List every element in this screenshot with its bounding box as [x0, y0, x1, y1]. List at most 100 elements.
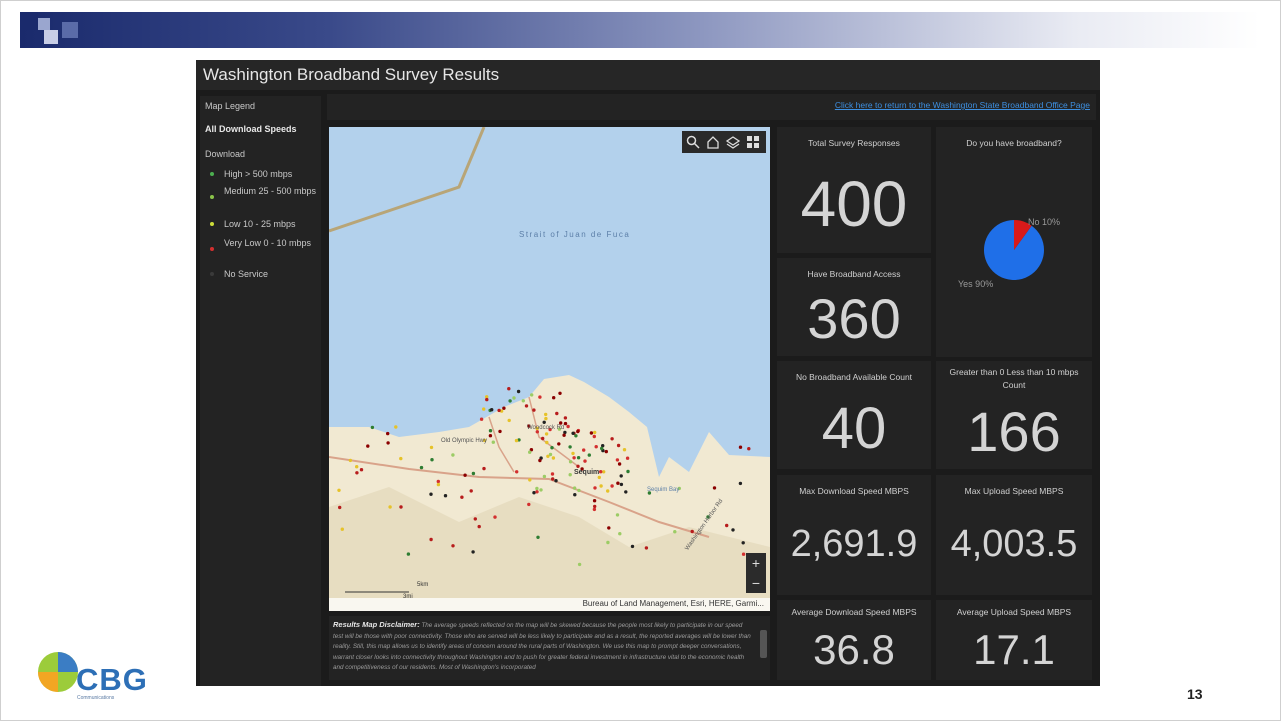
survey-point[interactable]: [338, 505, 342, 510]
survey-point[interactable]: [399, 456, 403, 461]
search-icon[interactable]: [685, 134, 701, 150]
survey-point[interactable]: [479, 417, 484, 421]
survey-point[interactable]: [471, 471, 476, 476]
survey-point[interactable]: [515, 470, 519, 474]
survey-point[interactable]: [555, 411, 559, 416]
survey-point[interactable]: [562, 433, 566, 437]
survey-point[interactable]: [616, 443, 621, 448]
survey-point[interactable]: [443, 494, 448, 498]
survey-point[interactable]: [488, 429, 493, 433]
survey-point[interactable]: [673, 530, 677, 534]
survey-point[interactable]: [541, 436, 545, 441]
survey-point[interactable]: [538, 395, 542, 399]
survey-point[interactable]: [348, 458, 353, 463]
survey-point[interactable]: [597, 475, 601, 480]
survey-point[interactable]: [619, 474, 623, 478]
survey-point[interactable]: [571, 451, 575, 456]
survey-point[interactable]: [451, 544, 455, 548]
survey-point[interactable]: [355, 471, 359, 475]
survey-point[interactable]: [566, 424, 570, 429]
survey-point[interactable]: [589, 431, 594, 435]
survey-point[interactable]: [337, 488, 341, 492]
survey-point[interactable]: [508, 399, 512, 403]
survey-point[interactable]: [477, 524, 481, 529]
survey-point[interactable]: [482, 407, 486, 411]
survey-point[interactable]: [594, 445, 598, 449]
survey-point[interactable]: [544, 412, 548, 417]
survey-point[interactable]: [532, 491, 536, 495]
survey-point[interactable]: [550, 472, 555, 476]
survey-point[interactable]: [544, 416, 548, 421]
survey-point[interactable]: [521, 399, 525, 403]
survey-point[interactable]: [624, 490, 628, 494]
survey-point[interactable]: [419, 465, 424, 470]
survey-point[interactable]: [741, 552, 746, 556]
survey-point[interactable]: [485, 397, 489, 402]
survey-point[interactable]: [574, 434, 578, 438]
survey-point[interactable]: [625, 456, 630, 460]
survey-point[interactable]: [606, 540, 610, 545]
survey-point[interactable]: [615, 458, 620, 462]
survey-point[interactable]: [542, 420, 546, 424]
basemap-gallery-icon[interactable]: [745, 134, 761, 150]
survey-point[interactable]: [539, 488, 543, 492]
survey-point[interactable]: [528, 478, 532, 482]
survey-point[interactable]: [582, 448, 586, 452]
survey-point[interactable]: [610, 484, 614, 488]
survey-point[interactable]: [535, 490, 539, 494]
survey-point[interactable]: [473, 517, 477, 521]
survey-point[interactable]: [497, 408, 501, 413]
survey-point[interactable]: [731, 528, 735, 532]
survey-point[interactable]: [355, 465, 359, 469]
survey-point[interactable]: [576, 464, 580, 468]
survey-point[interactable]: [563, 416, 568, 420]
survey-point[interactable]: [576, 456, 581, 460]
survey-point[interactable]: [619, 482, 624, 487]
survey-point[interactable]: [463, 473, 467, 477]
survey-point[interactable]: [599, 470, 603, 474]
survey-point[interactable]: [587, 453, 591, 457]
survey-point[interactable]: [429, 445, 434, 450]
survey-point[interactable]: [502, 406, 506, 410]
home-icon[interactable]: [705, 134, 721, 150]
survey-point[interactable]: [388, 505, 392, 509]
survey-point[interactable]: [386, 441, 390, 445]
zoom-in-button[interactable]: +: [746, 553, 766, 573]
survey-point[interactable]: [359, 468, 364, 472]
survey-point[interactable]: [527, 502, 531, 507]
survey-point[interactable]: [535, 486, 539, 491]
survey-point[interactable]: [399, 505, 403, 509]
survey-point[interactable]: [602, 470, 606, 474]
survey-point[interactable]: [451, 453, 455, 457]
survey-point[interactable]: [366, 444, 370, 448]
survey-point[interactable]: [606, 489, 610, 493]
survey-point[interactable]: [690, 529, 694, 534]
survey-point[interactable]: [429, 537, 433, 542]
survey-point[interactable]: [516, 389, 521, 394]
survey-point[interactable]: [630, 544, 635, 549]
survey-point[interactable]: [469, 489, 473, 493]
survey-point[interactable]: [616, 481, 620, 485]
survey-point[interactable]: [436, 482, 441, 487]
survey-point[interactable]: [568, 473, 572, 477]
survey-point[interactable]: [712, 486, 717, 490]
survey-point[interactable]: [530, 393, 534, 397]
survey-point[interactable]: [617, 462, 622, 466]
survey-point[interactable]: [622, 448, 627, 452]
survey-point[interactable]: [488, 434, 493, 438]
survey-point[interactable]: [607, 526, 611, 530]
survey-point[interactable]: [563, 421, 568, 426]
survey-point[interactable]: [536, 535, 540, 539]
survey-point[interactable]: [610, 437, 614, 441]
survey-point[interactable]: [558, 391, 562, 395]
survey-point[interactable]: [576, 429, 580, 434]
survey-point[interactable]: [528, 450, 532, 454]
survey-point[interactable]: [554, 479, 558, 483]
survey-point[interactable]: [747, 447, 751, 451]
survey-point[interactable]: [583, 459, 587, 463]
survey-point[interactable]: [498, 429, 502, 434]
survey-point[interactable]: [406, 552, 411, 556]
survey-point[interactable]: [471, 550, 475, 554]
survey-point[interactable]: [593, 430, 597, 435]
survey-point[interactable]: [592, 499, 597, 503]
